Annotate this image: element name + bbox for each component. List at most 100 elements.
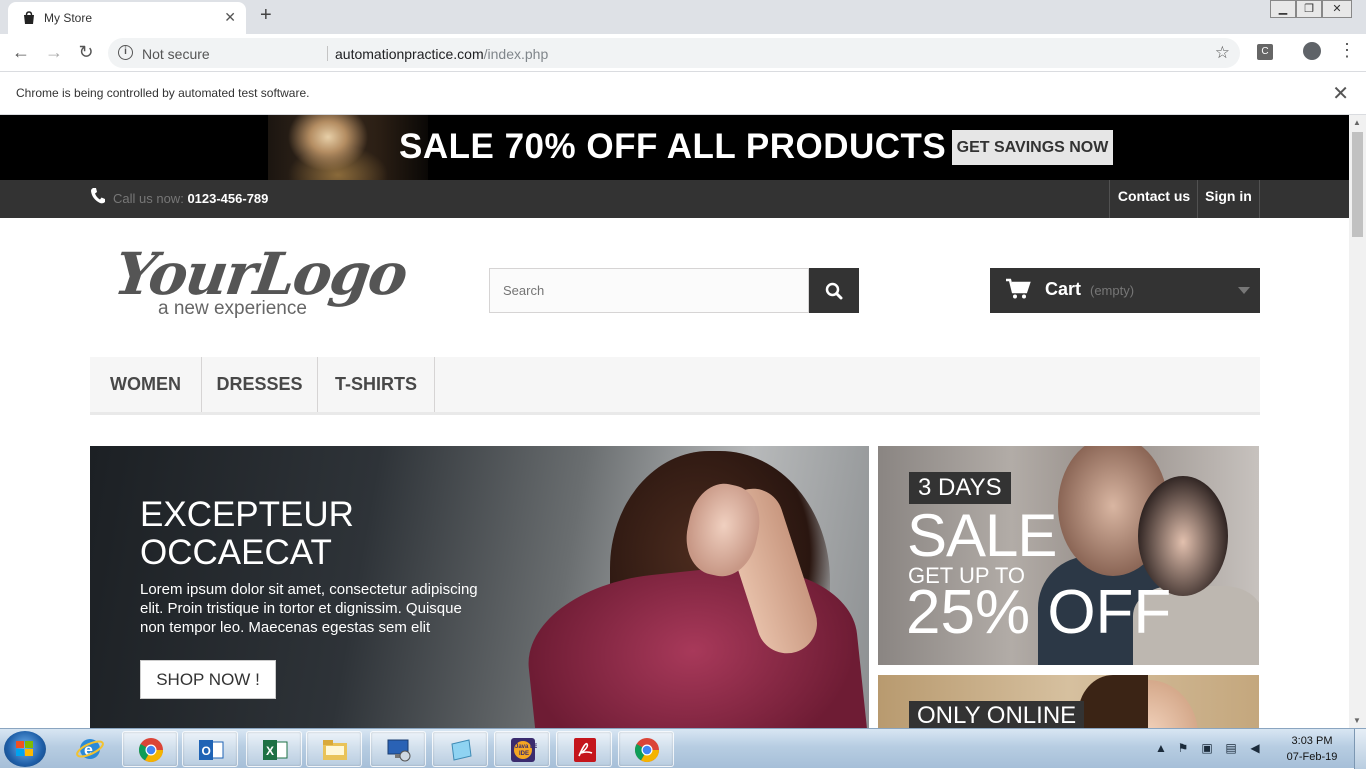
excel-icon: X (263, 740, 288, 760)
restore-button[interactable]: ❐ (1296, 0, 1322, 18)
hero-heading: EXCEPTEUR OCCAECAT (140, 496, 354, 572)
top-nav-bar: Call us now: 0123-456-789 Contact us Sig… (0, 180, 1349, 218)
contact-us-link[interactable]: Contact us (1109, 180, 1198, 218)
taskbar-ie[interactable]: e (62, 731, 118, 767)
chrome-icon (634, 738, 659, 763)
menu-item-tshirts[interactable]: T-SHIRTS (318, 357, 435, 412)
new-tab-button[interactable]: + (260, 4, 280, 28)
address-bar[interactable]: i Not secure automationpractice.com/inde… (108, 38, 1240, 68)
scrollbar-thumb[interactable] (1352, 132, 1363, 237)
system-tray: ▲ ⚑ ▣ ▤ ◀ (1150, 737, 1275, 761)
taskbar-acrobat[interactable] (556, 731, 612, 767)
ie-icon: e (76, 739, 104, 759)
infobar-message: Chrome is being controlled by automated … (16, 86, 310, 100)
profile-avatar-icon[interactable] (1303, 42, 1321, 60)
chevron-down-icon (1238, 287, 1250, 294)
chrome-icon (138, 738, 163, 763)
volume-icon[interactable]: ◀ (1248, 741, 1262, 755)
acrobat-icon (574, 738, 596, 762)
outlook-icon: O (199, 740, 224, 760)
shop-now-button[interactable]: SHOP NOW ! (140, 660, 276, 699)
phone-number: 0123-456-789 (187, 191, 269, 206)
promo-banner[interactable]: SALE 70% OFF ALL PRODUCTS GET SAVINGS NO… (0, 115, 1349, 180)
url-host: automationpractice.com (335, 46, 484, 62)
svg-text:O: O (202, 744, 211, 758)
menu-item-dresses[interactable]: DRESSES (202, 357, 318, 412)
show-desktop-button[interactable] (1354, 729, 1366, 769)
tab-strip: My Store ✕ + ▁ ❐ ✕ (0, 0, 1366, 34)
browser-tab[interactable]: My Store ✕ (8, 2, 246, 34)
main-menu: WOMEN DRESSES T-SHIRTS (90, 357, 1260, 415)
phone-icon (91, 188, 105, 204)
taskbar-chrome-1[interactable] (122, 731, 178, 767)
call-label: Call us now: (113, 191, 184, 206)
hero-body: Lorem ipsum dolor sit amet, consectetur … (140, 581, 478, 636)
cart-label: Cart (1045, 279, 1082, 299)
tray-expand-icon[interactable]: ▲ (1154, 741, 1168, 755)
extension-icon[interactable]: C (1257, 44, 1273, 60)
taskbar-remote-desktop[interactable] (370, 731, 426, 767)
back-button[interactable]: ← (9, 41, 33, 65)
store-favicon-icon (24, 11, 34, 24)
store-logo[interactable]: YourLogo a new experience (110, 240, 410, 325)
clock-date: 07-Feb-19 (1286, 751, 1338, 763)
scroll-up-arrow-icon[interactable]: ▲ (1353, 118, 1361, 127)
logo-tagline: a new experience (158, 298, 307, 319)
search-icon (825, 282, 843, 300)
taskbar-eclipse[interactable]: Java EE IDE (494, 731, 550, 767)
taskbar-notepad[interactable] (432, 731, 488, 767)
close-window-button[interactable]: ✕ (1322, 0, 1352, 18)
hero-heading-line1: EXCEPTEUR (140, 495, 354, 534)
forward-button[interactable]: → (42, 41, 66, 65)
only-online-badge: ONLY ONLINE (909, 701, 1085, 728)
info-icon[interactable]: i (118, 45, 133, 60)
svg-text:X: X (266, 744, 274, 758)
taskbar-outlook[interactable]: O (182, 731, 238, 767)
security-label[interactable]: Not secure (142, 46, 210, 62)
promo-headline: SALE 70% OFF ALL PRODUCTS (399, 127, 947, 166)
scroll-down-arrow-icon[interactable]: ▼ (1353, 716, 1361, 725)
taskbar-clock[interactable]: 3:03 PM 07-Feb-19 (1282, 733, 1342, 765)
minimize-button[interactable]: ▁ (1270, 0, 1296, 18)
cart-button[interactable]: Cart (empty) (990, 268, 1260, 313)
tab-close-icon[interactable]: ✕ (224, 9, 236, 26)
search-button[interactable] (809, 268, 859, 313)
sale-days-badge: 3 DAYS (909, 472, 1011, 504)
online-banner[interactable]: ONLY ONLINE (878, 675, 1259, 728)
java-icon-text-2: IDE (519, 751, 529, 757)
network-icon[interactable]: ▤ (1224, 741, 1238, 755)
sale-discount: 25% OFF (906, 578, 1172, 647)
shopping-cart-icon (1006, 278, 1031, 299)
url-path: /index.php (483, 46, 549, 62)
sign-in-link[interactable]: Sign in (1197, 180, 1260, 218)
remote-desktop-icon (387, 739, 411, 762)
get-savings-button[interactable]: GET SAVINGS NOW (952, 130, 1113, 165)
search-input[interactable] (489, 268, 809, 313)
page-scrollbar[interactable]: ▲ ▼ (1349, 115, 1366, 728)
cart-status: (empty) (1090, 283, 1135, 298)
banner2-model-hair (1078, 675, 1148, 728)
hero-slider[interactable]: EXCEPTEUR OCCAECAT Lorem ipsum dolor sit … (90, 446, 869, 728)
taskbar-chrome-2[interactable] (618, 731, 674, 767)
search-form (489, 268, 859, 313)
reload-button[interactable]: ↻ (74, 41, 98, 65)
menu-item-women[interactable]: WOMEN (90, 357, 202, 412)
sale-banner[interactable]: 3 DAYS SALE GET UP TO 25% OFF (878, 446, 1259, 665)
device-icon[interactable]: ▣ (1200, 741, 1214, 755)
page-viewport: SALE 70% OFF ALL PRODUCTS GET SAVINGS NO… (0, 115, 1349, 728)
bookmark-star-icon[interactable]: ☆ (1215, 43, 1230, 63)
file-explorer-icon (323, 740, 347, 760)
eclipse-javaee-icon: Java EE IDE (511, 738, 537, 762)
infobar-close-icon[interactable]: ✕ (1332, 81, 1349, 106)
chrome-menu-icon[interactable]: ⋮ (1338, 40, 1356, 61)
action-center-flag-icon[interactable]: ⚑ (1176, 741, 1190, 755)
tab-title: My Store (44, 11, 93, 25)
start-button[interactable] (4, 731, 46, 767)
taskbar-explorer[interactable] (306, 731, 362, 767)
sale-text: SALE (907, 502, 1057, 569)
notepad-icon (451, 739, 472, 761)
url-text[interactable]: automationpractice.com/index.php (335, 46, 548, 62)
windows-taskbar: e O X Java EE IDE ▲ ⚑ ▣ ▤ ◀ 3:03 PM 07-F… (0, 728, 1366, 769)
hero-heading-line2: OCCAECAT (140, 533, 332, 572)
taskbar-excel[interactable]: X (246, 731, 302, 767)
